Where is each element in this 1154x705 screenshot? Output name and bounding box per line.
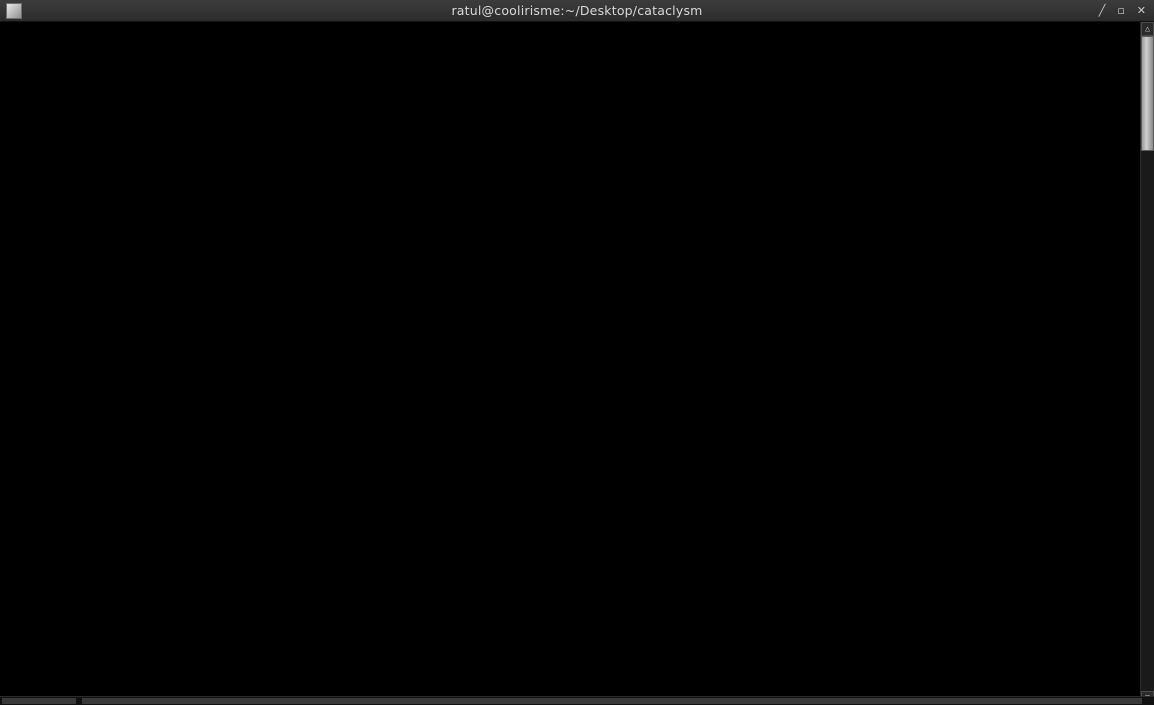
window-controls[interactable]: ╱ ▫ ✕ — [1099, 4, 1146, 17]
terminal-window: ratul@coolirisme:~/Desktop/cataclysm ╱ ▫… — [0, 0, 1154, 705]
minimize-button[interactable]: ╱ — [1099, 4, 1106, 17]
close-button[interactable]: ✕ — [1137, 4, 1146, 17]
scrollbar-thumb[interactable] — [1141, 36, 1154, 151]
statusline-segment — [2, 698, 76, 704]
terminal-icon — [6, 2, 22, 19]
terminal-scrollbar[interactable]: △ ▽ — [1140, 22, 1154, 705]
terminal-viewport[interactable] — [0, 22, 1154, 705]
scroll-up-arrow-icon[interactable]: △ — [1141, 22, 1154, 36]
maximize-button[interactable]: ▫ — [1117, 4, 1124, 17]
window-titlebar: ratul@coolirisme:~/Desktop/cataclysm ╱ ▫… — [0, 0, 1154, 22]
window-statusline — [0, 696, 1154, 705]
window-title: ratul@coolirisme:~/Desktop/cataclysm — [451, 3, 703, 18]
statusline-segment — [82, 698, 1142, 704]
